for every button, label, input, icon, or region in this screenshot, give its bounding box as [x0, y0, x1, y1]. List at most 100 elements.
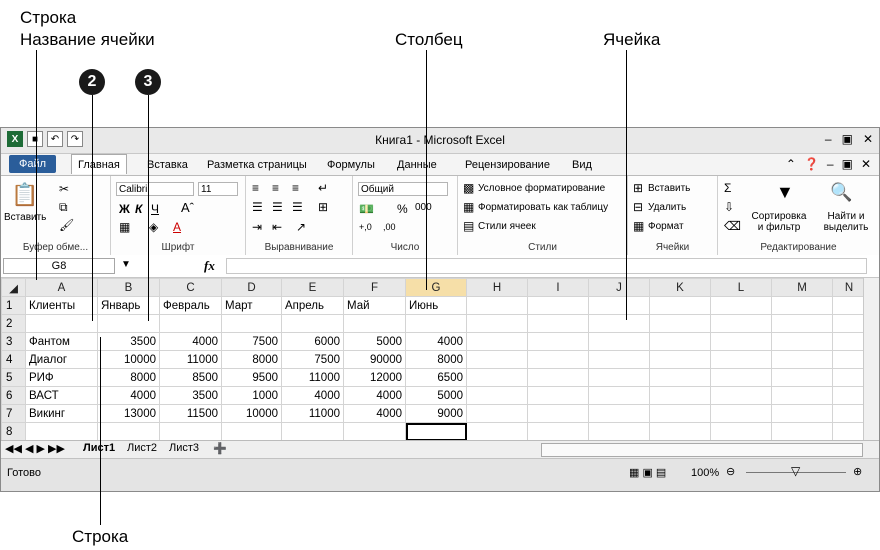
name-box[interactable]: G8	[3, 258, 115, 274]
align-bottom-icon[interactable]: ≡	[292, 181, 299, 195]
grid-cell[interactable]: 6000	[281, 332, 344, 351]
grid-cell[interactable]: 3500	[97, 332, 160, 351]
grid-cell[interactable]	[710, 422, 772, 441]
grid-cell[interactable]: Клиенты	[25, 296, 98, 315]
grid-cell[interactable]	[710, 368, 772, 387]
grid-cell[interactable]	[281, 314, 344, 333]
font-color-icon[interactable]: A	[173, 220, 181, 234]
find-select-button[interactable]: Найти и выделить	[814, 211, 878, 233]
grid-cell[interactable]: 4000	[159, 332, 222, 351]
grid-cell[interactable]	[771, 386, 833, 405]
insert-sheet-icon[interactable]: ➕	[213, 442, 227, 455]
sort-filter-button[interactable]: Сортировка и фильтр	[750, 211, 808, 233]
minimize-icon[interactable]: –	[825, 132, 832, 146]
column-header[interactable]: N	[832, 278, 866, 297]
grid-cell[interactable]	[649, 350, 711, 369]
outdent-icon[interactable]: ⇤	[272, 220, 282, 234]
number-format-select[interactable]: Общий	[358, 182, 448, 196]
grid-cell[interactable]	[771, 368, 833, 387]
grid-cell[interactable]	[771, 404, 833, 423]
row-header[interactable]: 3	[1, 332, 26, 351]
formula-input[interactable]	[226, 258, 867, 274]
cut-icon[interactable]: ✂	[59, 182, 69, 196]
column-header[interactable]: G	[405, 278, 467, 297]
format-painter-icon[interactable]: 🖌	[59, 218, 74, 232]
grid-cell[interactable]: 8000	[405, 350, 467, 369]
close-icon[interactable]: ✕	[863, 132, 873, 146]
column-header[interactable]: E	[281, 278, 344, 297]
grid-cell[interactable]: 8000	[97, 368, 160, 387]
grid-cell[interactable]	[343, 314, 406, 333]
grid-cell[interactable]	[649, 332, 711, 351]
cell-styles-button[interactable]: Стили ячеек	[478, 221, 536, 232]
column-header[interactable]: H	[466, 278, 528, 297]
row-header[interactable]: 1	[1, 296, 26, 315]
grid-cell[interactable]: 8000	[221, 350, 282, 369]
grid-cell[interactable]	[771, 296, 833, 315]
minimize-workbook-icon[interactable]: –	[827, 157, 834, 171]
decrease-decimal-icon[interactable]: ,00	[383, 222, 396, 232]
grid-cell[interactable]: 4000	[97, 386, 160, 405]
conditional-format-button[interactable]: Условное форматирование	[478, 183, 605, 194]
row-header[interactable]: 7	[1, 404, 26, 423]
grid-cell[interactable]	[710, 314, 772, 333]
grid-cell[interactable]	[527, 368, 589, 387]
grid-cell[interactable]	[221, 422, 282, 441]
underline-button[interactable]: Ч	[151, 202, 159, 216]
restore-icon[interactable]: ▣	[842, 132, 853, 146]
column-header[interactable]: F	[343, 278, 406, 297]
column-header[interactable]: L	[710, 278, 772, 297]
grid-cell[interactable]	[405, 422, 467, 441]
grid-cell[interactable]	[527, 422, 589, 441]
grid-cell[interactable]	[343, 422, 406, 441]
grid-cell[interactable]	[771, 332, 833, 351]
paste-button[interactable]: Вставить	[4, 212, 46, 223]
grid-cell[interactable]	[649, 422, 711, 441]
grid-cell[interactable]: 5000	[343, 332, 406, 351]
grid-cell[interactable]	[466, 332, 528, 351]
horizontal-scrollbar[interactable]	[541, 443, 863, 457]
grid-cell[interactable]	[710, 386, 772, 405]
grid-cell[interactable]	[588, 404, 650, 423]
collapse-ribbon-icon[interactable]: ⌃	[786, 157, 796, 171]
grid-cell[interactable]	[588, 386, 650, 405]
paste-icon[interactable]: 📋	[11, 182, 38, 208]
grid-cell[interactable]: 4000	[281, 386, 344, 405]
align-right-icon[interactable]: ☰	[292, 200, 303, 214]
column-header[interactable]: C	[159, 278, 222, 297]
delete-cells-button[interactable]: Удалить	[648, 202, 686, 213]
grid-cell[interactable]	[97, 314, 160, 333]
align-left-icon[interactable]: ☰	[252, 200, 263, 214]
grid-cell[interactable]: 1000	[221, 386, 282, 405]
sheet-tab-3[interactable]: Лист3	[169, 442, 199, 454]
grid-cell[interactable]	[466, 350, 528, 369]
percent-icon[interactable]: %	[397, 202, 408, 216]
grid-cell[interactable]	[527, 332, 589, 351]
grid-cell[interactable]	[159, 314, 222, 333]
tab-page-layout[interactable]: Разметка страницы	[201, 157, 313, 173]
grid-cell[interactable]: РИФ	[25, 368, 98, 387]
zoom-out-icon[interactable]: ⊖	[726, 465, 735, 478]
align-top-icon[interactable]: ≡	[252, 181, 259, 195]
grid-cell[interactable]	[405, 314, 467, 333]
grid-cell[interactable]	[588, 332, 650, 351]
fill-icon[interactable]: ⇩	[724, 200, 734, 214]
grid-cell[interactable]	[588, 368, 650, 387]
grid-cell[interactable]	[771, 350, 833, 369]
sheet-nav-icon[interactable]: ◀◀ ◀ ▶ ▶▶	[5, 442, 65, 455]
grid-cell[interactable]	[466, 404, 528, 423]
row-header[interactable]: 5	[1, 368, 26, 387]
tab-review[interactable]: Рецензирование	[459, 157, 556, 173]
column-header[interactable]: B	[97, 278, 160, 297]
grid-cell[interactable]	[527, 350, 589, 369]
grid-cell[interactable]	[588, 350, 650, 369]
grid-cell[interactable]	[527, 296, 589, 315]
grid-cell[interactable]	[281, 422, 344, 441]
grid-cell[interactable]: 3500	[159, 386, 222, 405]
grid-cell[interactable]	[649, 368, 711, 387]
grid-cell[interactable]: ВАСТ	[25, 386, 98, 405]
grid-cell[interactable]	[588, 422, 650, 441]
grid-cell[interactable]	[97, 422, 160, 441]
grid-cell[interactable]: 9000	[405, 404, 467, 423]
grid-cell[interactable]: Фантом	[25, 332, 98, 351]
